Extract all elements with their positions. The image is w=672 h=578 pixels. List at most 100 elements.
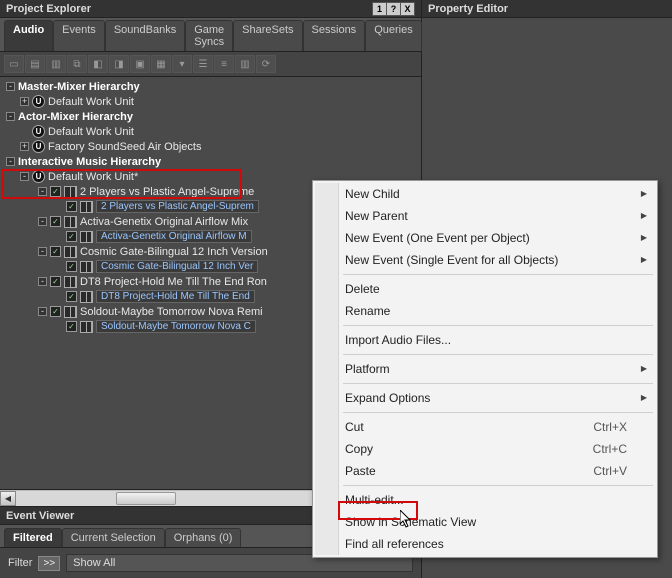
expander-icon[interactable]: +	[20, 142, 29, 151]
explorer-toolbar: ▭ ▤ ▥ ⧉ ◧ ◨ ▣ ▦ ▾ ☰ ≡ ▥ ⟳	[0, 52, 421, 77]
master-mixer-header: Master-Mixer Hierarchy	[18, 81, 140, 93]
toolbar-btn-1[interactable]: ▭	[4, 55, 24, 73]
music-track-icon	[80, 291, 93, 303]
tree-item-label[interactable]: Default Work Unit	[48, 126, 134, 138]
work-unit-icon: U	[32, 170, 45, 183]
tab-audio[interactable]: Audio	[4, 20, 53, 51]
context-menu-item[interactable]: New Event (One Event per Object)	[315, 227, 655, 249]
context-menu-item[interactable]: Delete	[315, 278, 655, 300]
context-menu-label: Rename	[345, 304, 390, 318]
tab-gamesyncs[interactable]: Game Syncs	[185, 20, 233, 51]
tree-child-label[interactable]: Activa-Genetix Original Airflow M	[96, 230, 252, 243]
checkbox-icon[interactable]: ✓	[50, 276, 61, 287]
tree-child-label[interactable]: Soldout-Maybe Tomorrow Nova C	[96, 320, 256, 333]
checkbox-icon[interactable]: ✓	[50, 216, 61, 227]
toolbar-btn-9[interactable]: ▾	[172, 55, 192, 73]
win-help-button[interactable]: ?	[386, 2, 401, 16]
toolbar-btn-5[interactable]: ◧	[88, 55, 108, 73]
tab-orphans[interactable]: Orphans (0)	[165, 528, 242, 547]
toolbar-btn-12[interactable]: ▥	[235, 55, 255, 73]
toolbar-btn-7[interactable]: ▣	[130, 55, 150, 73]
expander-icon[interactable]: -	[6, 82, 15, 91]
checkbox-icon[interactable]: ✓	[66, 231, 77, 242]
property-editor-title-bar: Property Editor	[422, 0, 672, 18]
checkbox-icon[interactable]: ✓	[50, 306, 61, 317]
toolbar-btn-8[interactable]: ▦	[151, 55, 171, 73]
tab-filtered[interactable]: Filtered	[4, 528, 62, 547]
context-menu-item[interactable]: Find all references	[315, 533, 655, 555]
context-menu-label: Import Audio Files...	[345, 333, 451, 347]
context-menu-item[interactable]: CutCtrl+X	[315, 416, 655, 438]
tree-item-label[interactable]: Default Work Unit*	[48, 171, 138, 183]
checkbox-icon[interactable]: ✓	[66, 201, 77, 212]
context-menu-separator	[343, 412, 653, 413]
expander-icon[interactable]: -	[6, 157, 15, 166]
tree-child-label[interactable]: Cosmic Gate-Bilingual 12 Inch Ver	[96, 260, 258, 273]
music-segment-icon	[64, 306, 77, 318]
context-menu-label: New Event (Single Event for all Objects)	[345, 253, 558, 267]
context-menu-label: Expand Options	[345, 391, 430, 405]
expander-icon[interactable]: -	[38, 247, 47, 256]
tab-events[interactable]: Events	[53, 20, 105, 51]
tree-item-label[interactable]: 2 Players vs Plastic Angel-Supreme	[80, 186, 254, 198]
checkbox-icon[interactable]: ✓	[66, 321, 77, 332]
expander-icon[interactable]: -	[38, 217, 47, 226]
context-menu-item[interactable]: Multi-edit...	[315, 489, 655, 511]
tree-item-label[interactable]: Default Work Unit	[48, 96, 134, 108]
context-menu-item[interactable]: Show in Schematic View	[315, 511, 655, 533]
context-menu[interactable]: New Child New ParentNew Event (One Event …	[312, 180, 658, 558]
toolbar-btn-2[interactable]: ▤	[25, 55, 45, 73]
tree-item-label[interactable]: Soldout-Maybe Tomorrow Nova Remi	[80, 306, 263, 318]
tree-item-label[interactable]: Activa-Genetix Original Airflow Mix	[80, 216, 248, 228]
expander-icon[interactable]: -	[38, 307, 47, 316]
filter-expand-button[interactable]: >>	[38, 556, 60, 571]
scroll-left-button[interactable]: ◀	[0, 491, 16, 506]
tab-queries[interactable]: Queries	[365, 20, 422, 51]
music-segment-icon	[64, 186, 77, 198]
tab-current-selection[interactable]: Current Selection	[62, 528, 165, 547]
toolbar-btn-10[interactable]: ☰	[193, 55, 213, 73]
toolbar-btn-6[interactable]: ◨	[109, 55, 129, 73]
context-menu-item[interactable]: Platform	[315, 358, 655, 380]
tab-sessions[interactable]: Sessions	[303, 20, 366, 51]
music-segment-icon	[64, 216, 77, 228]
context-menu-shortcut: Ctrl+V	[593, 464, 627, 478]
context-menu-label: Paste	[345, 464, 376, 478]
expander-icon[interactable]: +	[20, 97, 29, 106]
context-menu-item[interactable]: New Parent	[315, 205, 655, 227]
music-track-icon	[80, 201, 93, 213]
win-close-button[interactable]: X	[400, 2, 415, 16]
work-unit-icon: U	[32, 95, 45, 108]
context-menu-item[interactable]: Expand Options	[315, 387, 655, 409]
expander-icon[interactable]: -	[38, 187, 47, 196]
tree-item-label[interactable]: Cosmic Gate-Bilingual 12 Inch Version	[80, 246, 268, 258]
toolbar-btn-4[interactable]: ⧉	[67, 55, 87, 73]
event-viewer-title: Event Viewer	[6, 510, 74, 522]
context-menu-label: New Child	[345, 187, 400, 201]
tree-item-label[interactable]: Factory SoundSeed Air Objects	[48, 141, 201, 153]
checkbox-icon[interactable]: ✓	[50, 246, 61, 257]
tab-sharesets[interactable]: ShareSets	[233, 20, 302, 51]
scroll-thumb[interactable]	[116, 492, 176, 505]
tree-item-label[interactable]: DT8 Project-Hold Me Till The End Ron	[80, 276, 267, 288]
context-menu-label: Cut	[345, 420, 364, 434]
tree-child-label[interactable]: 2 Players vs Plastic Angel-Suprem	[96, 200, 259, 213]
toolbar-btn-3[interactable]: ▥	[46, 55, 66, 73]
expander-icon[interactable]: -	[38, 277, 47, 286]
checkbox-icon[interactable]: ✓	[66, 291, 77, 302]
expander-icon[interactable]: -	[20, 172, 29, 181]
checkbox-icon[interactable]: ✓	[66, 261, 77, 272]
toolbar-btn-13[interactable]: ⟳	[256, 55, 276, 73]
context-menu-item[interactable]: New Event (Single Event for all Objects)	[315, 249, 655, 271]
win-pin-button[interactable]: 1	[372, 2, 387, 16]
expander-icon[interactable]: -	[6, 112, 15, 121]
context-menu-item[interactable]: New Child	[315, 183, 655, 205]
context-menu-item[interactable]: Rename	[315, 300, 655, 322]
checkbox-icon[interactable]: ✓	[50, 186, 61, 197]
tab-soundbanks[interactable]: SoundBanks	[105, 20, 185, 51]
context-menu-item[interactable]: CopyCtrl+C	[315, 438, 655, 460]
toolbar-btn-11[interactable]: ≡	[214, 55, 234, 73]
tree-child-label[interactable]: DT8 Project-Hold Me Till The End	[96, 290, 255, 303]
context-menu-item[interactable]: Import Audio Files...	[315, 329, 655, 351]
context-menu-item[interactable]: Paste Ctrl+V	[315, 460, 655, 482]
